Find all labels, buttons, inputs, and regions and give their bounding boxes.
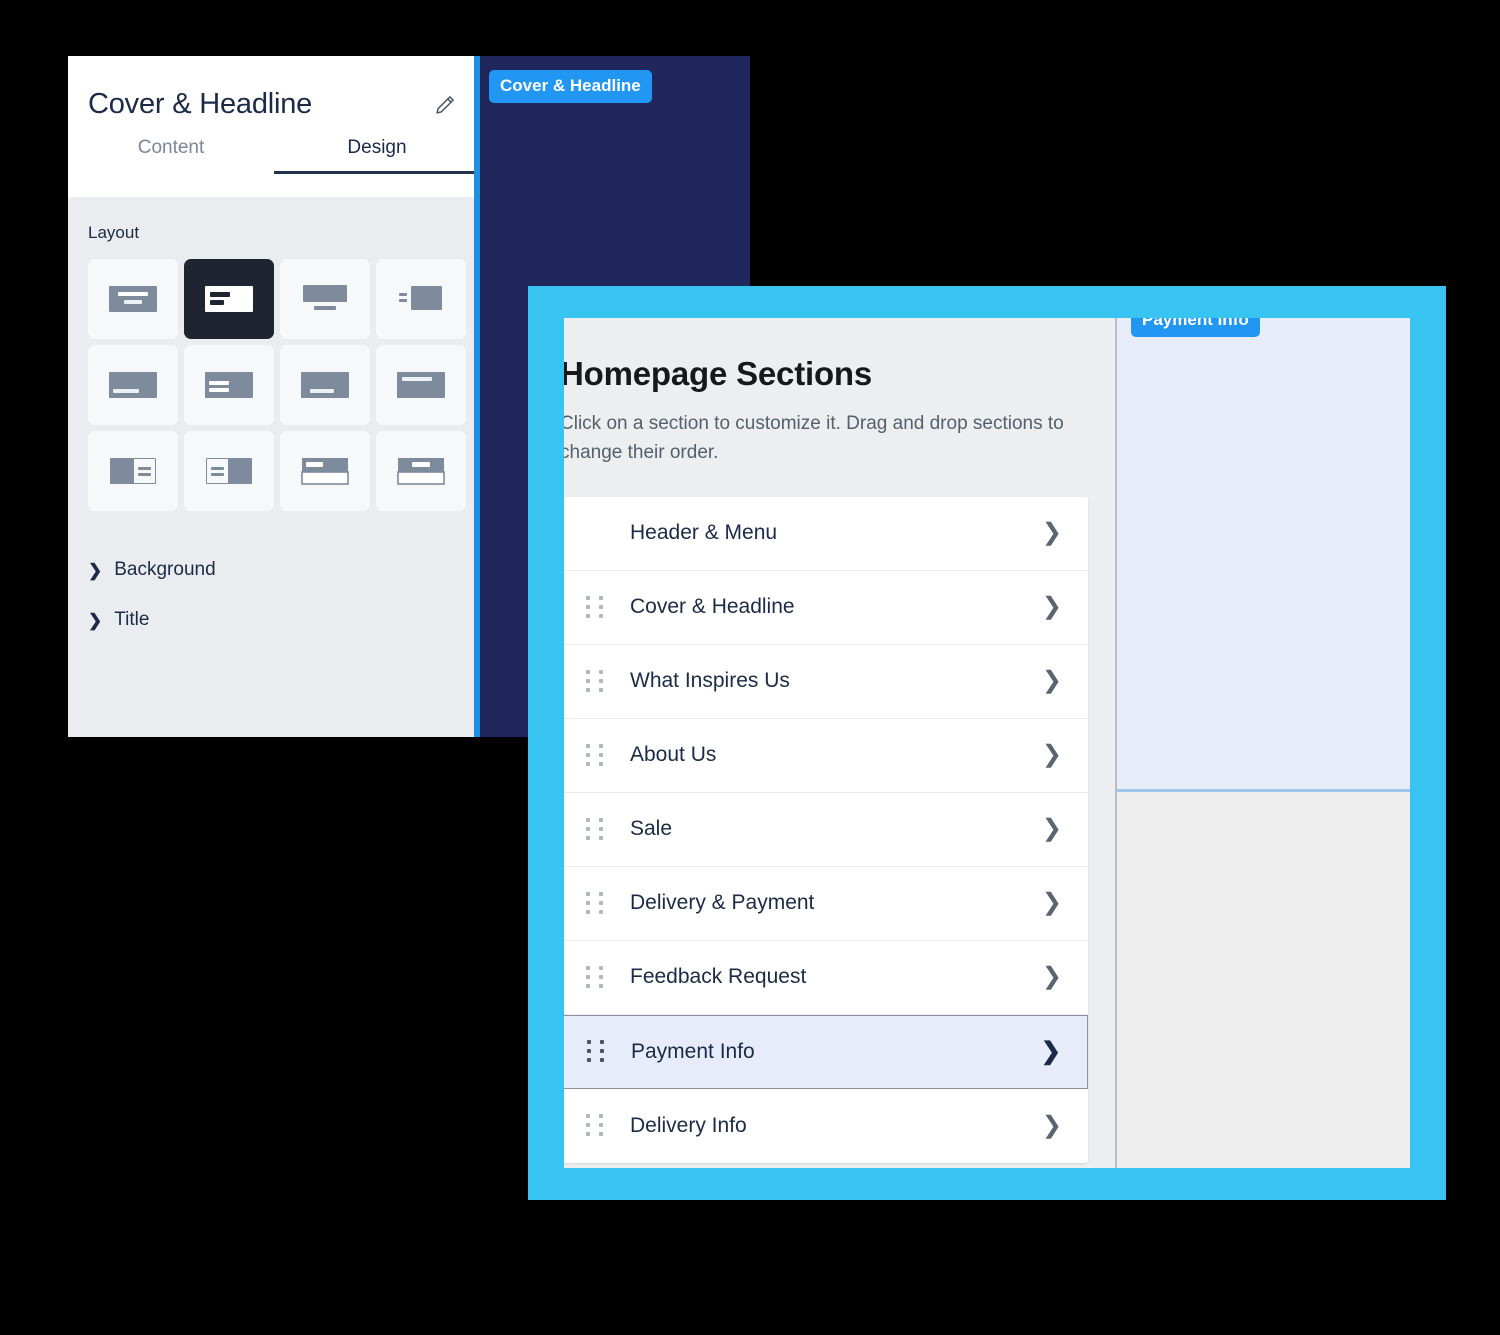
layout-thumb-icon (205, 286, 253, 312)
layout-option-banner-top-panel-bottom[interactable] (280, 431, 370, 511)
layout-option-text-left-image-right[interactable] (184, 431, 274, 511)
drag-handle-icon[interactable] (586, 595, 608, 619)
section-editor-header: Cover & Headline Content Design (68, 56, 480, 197)
tab-content[interactable]: Content (68, 137, 274, 174)
drag-handle-icon[interactable] (586, 891, 608, 915)
section-row-sale[interactable]: Sale ❯ (564, 792, 1088, 867)
layout-option-centered-top-text[interactable] (88, 259, 178, 339)
design-tab-body: Layout (68, 197, 480, 511)
section-row-label: About Us (630, 743, 717, 767)
layout-thumb-icon (206, 458, 252, 484)
section-row-label: Sale (630, 817, 673, 841)
sections-heading: Homepage Sections (564, 355, 873, 392)
chevron-right-icon[interactable]: ❯ (1042, 1113, 1062, 1138)
layout-option-image-with-bottom-center-bar[interactable] (280, 345, 370, 425)
layout-option-image-with-left-two-bars[interactable] (184, 345, 274, 425)
layout-thumb-icon (397, 372, 445, 398)
chevron-right-icon: ❯ (88, 560, 103, 580)
accordion-item-background[interactable]: ❯ Background (88, 545, 460, 595)
chevron-right-icon[interactable]: ❯ (1042, 669, 1062, 693)
editor-panel-accent-stripe (474, 56, 480, 737)
layout-option-left-aligned-text-box[interactable] (184, 259, 274, 339)
layout-thumb-icon (109, 286, 157, 312)
section-row-label: Delivery Info (630, 1113, 747, 1137)
section-row-delivery-payment[interactable]: Delivery & Payment ❯ (564, 866, 1088, 941)
layout-thumb-icon (399, 286, 442, 310)
design-accordion-list: ❯ Background ❯ Title (68, 545, 480, 645)
layout-option-banner-centered-panel-bottom[interactable] (376, 431, 466, 511)
section-row-label: Payment Info (631, 1039, 755, 1063)
accordion-item-label: Background (114, 559, 216, 580)
screenshot-stage: Cover & Headline Cover & Headline Conten… (0, 0, 1500, 1335)
layout-options-grid (88, 259, 466, 511)
section-editor-title-row: Cover & Headline (68, 56, 480, 121)
layout-thumb-icon (205, 372, 253, 398)
layout-thumb-icon (303, 285, 347, 310)
section-row-label: Cover & Headline (630, 595, 795, 619)
accordion-item-title[interactable]: ❯ Title (88, 595, 460, 645)
layout-thumb-icon (397, 458, 445, 485)
layout-thumb-icon (110, 458, 156, 484)
layout-thumb-icon (109, 372, 157, 398)
section-row-about-us[interactable]: About Us ❯ (564, 718, 1088, 793)
drag-handle-icon[interactable] (586, 1114, 608, 1137)
chevron-right-icon[interactable]: ❯ (1042, 521, 1062, 545)
chevron-right-icon[interactable]: ❯ (1042, 891, 1062, 915)
drag-handle-icon[interactable] (586, 669, 608, 693)
section-row-label: Delivery & Payment (630, 891, 815, 915)
pencil-icon[interactable] (432, 92, 458, 118)
accordion-item-label: Title (114, 609, 150, 630)
chevron-right-icon: ❯ (88, 610, 103, 630)
chevron-right-icon[interactable]: ❯ (1042, 743, 1062, 767)
drag-handle-icon[interactable] (586, 965, 608, 989)
layout-thumb-icon (301, 372, 349, 398)
section-row-header-menu[interactable]: Header & Menu ❯ (564, 496, 1088, 571)
section-row-label: Header & Menu (630, 521, 778, 545)
sections-list-pane: Homepage Sections Click on a section to … (564, 318, 1115, 1168)
tab-design[interactable]: Design (274, 137, 480, 174)
section-row-what-inspires-us[interactable]: What Inspires Us ❯ (564, 644, 1088, 719)
preview-section-badge-payment-info[interactable]: Payment Info (1131, 318, 1260, 337)
sections-description: Click on a section to customize it. Drag… (564, 413, 1064, 464)
chevron-right-icon[interactable]: ❯ (1042, 817, 1062, 841)
preview-highlighted-section-payment-info[interactable]: Payment Info (1117, 318, 1410, 792)
chevron-right-icon[interactable]: ❯ (1042, 965, 1062, 989)
layout-option-text-left-image-right-small[interactable] (376, 259, 466, 339)
layout-option-image-with-bottom-left-bar[interactable] (88, 345, 178, 425)
section-editor-panel: Cover & Headline Content Design Layout ❯… (68, 56, 480, 737)
section-row-payment-info[interactable]: Payment Info ❯ (564, 1014, 1088, 1089)
sections-preview-pane: Payment Info (1115, 318, 1410, 1168)
layout-option-image-with-top-bar[interactable] (376, 345, 466, 425)
section-editor-tabs: Content Design (68, 137, 480, 174)
preview-section-badge-cover-headline[interactable]: Cover & Headline (489, 70, 652, 103)
chevron-right-icon[interactable]: ❯ (1041, 1039, 1061, 1064)
layout-section-label: Layout (88, 223, 140, 242)
section-row-cover-headline[interactable]: Cover & Headline ❯ (564, 570, 1088, 645)
layout-thumb-icon (301, 458, 349, 485)
sections-list: Header & Menu ❯ Cover & Headline ❯ What … (564, 496, 1088, 1163)
homepage-sections-window: Homepage Sections Click on a section to … (528, 286, 1446, 1200)
section-row-label: Feedback Request (630, 965, 807, 989)
drag-handle-icon[interactable] (586, 743, 608, 767)
section-row-delivery-info[interactable]: Delivery Info ❯ (564, 1088, 1088, 1163)
section-row-feedback-request[interactable]: Feedback Request ❯ (564, 940, 1088, 1015)
page-title: Cover & Headline (88, 88, 313, 120)
drag-handle-icon[interactable] (586, 817, 608, 841)
layout-option-image-above-caption[interactable] (280, 259, 370, 339)
drag-handle-icon[interactable] (587, 1040, 609, 1063)
chevron-right-icon[interactable]: ❯ (1042, 595, 1062, 619)
homepage-sections-content: Homepage Sections Click on a section to … (564, 318, 1410, 1168)
layout-option-image-left-text-right[interactable] (88, 431, 178, 511)
section-row-label: What Inspires Us (630, 669, 790, 693)
